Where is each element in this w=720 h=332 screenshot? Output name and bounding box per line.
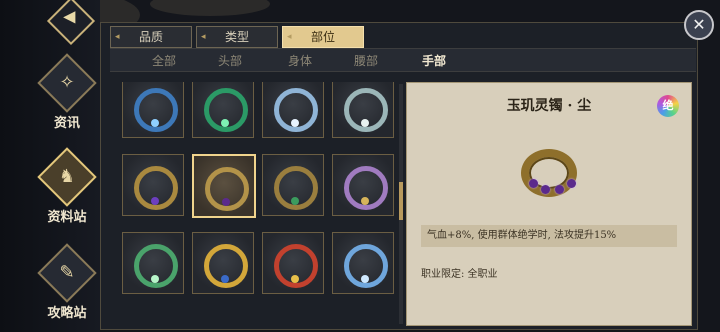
item-description: 气血+8%, 使用群体绝学时, 法攻提升15% [421,225,677,247]
equipment-slot[interactable] [262,82,324,138]
nav-item-2[interactable]: ✎ 攻略站 [37,243,97,321]
left-nav-rail: ◀ ✧ 资讯 ♞ 资料站 ✎ 攻略站 [0,0,100,332]
gold-green-gem-bracelet-icon [274,166,318,210]
sub-tab-2[interactable]: 身体 [288,52,312,69]
back-arrow-icon: ◀ [63,6,76,26]
class-requirement: 职业限定: 全职业 [421,269,498,280]
blue-serpent-bracelet-icon [134,88,178,132]
gold-purple-gem-bracelet-icon [515,141,587,213]
sub-tab-0[interactable]: 全部 [152,52,176,69]
item-detail-panel: 玉玑灵镯 · 尘 绝 气血+8%, 使用群体绝学时, 法攻提升15% 职业限定:… [406,82,692,326]
equipment-slot[interactable] [122,232,184,294]
grid-scroll-thumb[interactable] [399,182,403,220]
nav-item-1[interactable]: ♞ 资料站 [37,147,97,225]
sub-tab-bar: 全部 头部 身体 腰部 手部 [110,48,696,72]
gold-dragon-bracelet-icon [204,244,248,288]
equipment-slot[interactable] [262,232,324,294]
gold-purple-gem-bracelet-icon [205,167,249,211]
equipment-grid [118,82,396,328]
equipment-slot[interactable] [332,82,394,138]
gold-jeweled-bracelet-icon [134,166,178,210]
chevron-icon: ◂ [201,32,206,42]
pale-winged-bracelet-icon [344,88,388,132]
filter-tab-0[interactable]: ◂ 品质 [110,26,192,48]
cloud-decoration [150,0,270,16]
filter-tab-bar: ◂ 品质 ◂ 类型 ◂ 部位 [110,26,364,48]
equipment-slot[interactable] [192,232,254,294]
close-button[interactable]: ✕ [684,10,714,40]
filter-tab-1[interactable]: ◂ 类型 [196,26,278,48]
sub-tab-1[interactable]: 头部 [218,52,242,69]
tiger-emblem-icon: ♞ [37,147,97,207]
filter-tab-label: 类型 [224,30,249,44]
violet-gold-bracelet-icon [344,166,388,210]
equipment-slot[interactable] [332,232,394,294]
nav-item-label: 资讯 [53,116,80,131]
nav-item-label: 资料站 [47,210,87,225]
filter-tab-label: 品质 [138,30,163,44]
feather-quill-icon: ✎ [37,243,97,303]
equipment-slot[interactable] [332,154,394,216]
rainbow-rank-badge-icon: 绝 [657,95,679,117]
chevron-icon: ◂ [115,32,120,42]
chevron-icon: ◂ [287,32,292,42]
close-x-icon: ✕ [692,15,706,34]
silver-winged-bracelet-icon [274,88,318,132]
scroll-icon: ✧ [37,53,97,113]
equipment-slot[interactable] [262,154,324,216]
filter-tab-2[interactable]: ◂ 部位 [282,26,364,48]
equipment-slot[interactable] [192,82,254,138]
sub-tab-3[interactable]: 腰部 [354,52,378,69]
filter-tab-label: 部位 [310,30,335,44]
sub-tab-4[interactable]: 手部 [422,52,446,69]
nav-item-0[interactable]: ✧ 资讯 [37,53,97,131]
item-name: 玉玑灵镯 · 尘 [506,98,592,114]
nav-item-label: 攻略站 [47,306,87,321]
equipment-slot[interactable] [122,82,184,138]
ice-jade-bangle-icon [344,244,388,288]
jade-serpent-bracelet-icon [204,88,248,132]
back-button[interactable]: ◀ [46,0,96,46]
equipment-slot[interactable] [122,154,184,216]
equipment-slot[interactable] [192,154,256,218]
jade-dragon-bracelet-icon [134,244,178,288]
crimson-dragon-bracelet-icon [274,244,318,288]
